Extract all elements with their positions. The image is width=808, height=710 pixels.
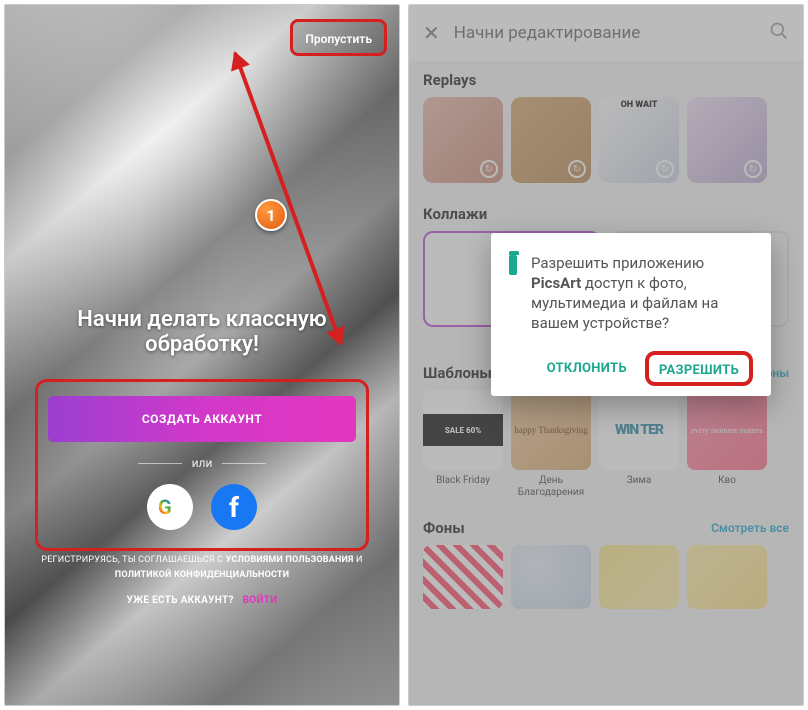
deny-button[interactable]: ОТКЛОНИТЬ — [537, 353, 637, 384]
dialog-message: Разрешить приложению PicsArt доступ к фо… — [531, 253, 753, 333]
create-account-label: СОЗДАТЬ АККАУНТ — [142, 412, 262, 426]
folder-icon — [509, 255, 517, 275]
login-link[interactable]: ВОЙТИ — [243, 595, 278, 606]
google-icon — [158, 495, 182, 519]
editor-home-screen: ✕ Начни редактирование Replays ↻ ↻ OH WA… — [408, 4, 804, 706]
allow-button[interactable]: РАЗРЕШИТЬ — [655, 361, 743, 380]
onboarding-screen: Пропустить 1 Начни делать классную обраб… — [4, 4, 400, 706]
annotation-box-1: СОЗДАТЬ АККАУНТ или f — [35, 379, 369, 551]
permission-dialog: Разрешить приложению PicsArt доступ к фо… — [491, 233, 771, 396]
social-row: f — [48, 484, 356, 530]
have-account-text: УЖЕ ЕСТЬ АККАУНТ? — [126, 595, 233, 606]
facebook-icon: f — [229, 491, 239, 524]
app-name: PicsArt — [531, 274, 581, 292]
step-badge-1: 1 — [255, 199, 287, 231]
dialog-actions: ОТКЛОНИТЬ РАЗРЕШИТЬ — [509, 351, 753, 386]
annotation-box-2: РАЗРЕШИТЬ — [645, 351, 753, 386]
create-account-button[interactable]: СОЗДАТЬ АККАУНТ — [48, 396, 356, 442]
google-button[interactable] — [147, 484, 193, 530]
terms-link[interactable]: УСЛОВИЯМИ ПОЛЬЗОВАНИЯ — [226, 555, 354, 565]
skip-button[interactable]: Пропустить — [290, 19, 387, 56]
facebook-button[interactable]: f — [211, 484, 257, 530]
skip-label: Пропустить — [305, 32, 372, 46]
login-row: УЖЕ ЕСТЬ АККАУНТ? ВОЙТИ — [5, 595, 399, 606]
privacy-link[interactable]: ПОЛИТИКОЙ КОНФИДЕНЦИАЛЬНОСТИ — [115, 570, 289, 580]
or-divider: или — [48, 456, 356, 470]
terms-text: РЕГИСТРИРУЯСЬ, ТЫ СОГЛАШАЕШЬСЯ С УСЛОВИЯ… — [25, 553, 379, 583]
or-text: или — [192, 456, 213, 470]
tagline: Начни делать классную обработку! — [5, 307, 399, 357]
